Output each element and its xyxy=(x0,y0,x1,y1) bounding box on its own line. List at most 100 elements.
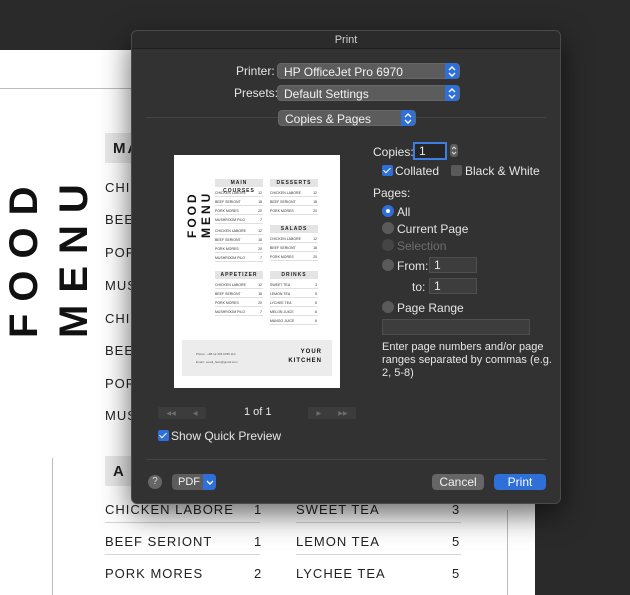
printer-select[interactable]: HP OfficeJet Pro 6970 xyxy=(277,63,460,79)
printer-label: Printer: xyxy=(236,64,275,78)
preview-row-num: 7 xyxy=(260,310,262,314)
black-white-checkbox[interactable] xyxy=(451,165,462,176)
preview-row-num: 12 xyxy=(313,191,317,195)
radio-all[interactable] xyxy=(382,205,394,217)
preview-row-name: CHICKEN LABORE xyxy=(215,191,246,195)
preview-row-num: 6 xyxy=(315,319,317,323)
preview-row-num: 18 xyxy=(258,292,262,296)
print-button[interactable]: Print xyxy=(494,474,546,490)
preview-row: CHICKEN LABORE 12 xyxy=(215,227,263,235)
preview-brand-line2: KITCHEN xyxy=(288,358,322,364)
preview-row-name: PORK MORES xyxy=(270,255,294,259)
preview-row-num: 18 xyxy=(313,200,317,204)
preview-row: MANGO JUICE 6 xyxy=(270,317,318,325)
preview-row: BEEF SERIONT 18 xyxy=(215,290,263,298)
chevron-down-icon xyxy=(203,474,216,490)
preview-row-num: 18 xyxy=(258,238,262,242)
pdf-label: PDF xyxy=(178,476,200,488)
preview-row-name: CHICKEN LABORE xyxy=(270,237,301,241)
preview-row-num: 7 xyxy=(260,256,262,260)
preview-heading-appetizer: APPETIZER xyxy=(215,271,263,279)
preview-row-name: BEEF SERIONT xyxy=(215,200,241,204)
preview-row-num: 12 xyxy=(258,191,262,195)
preview-row: CHICKEN LABORE 12 xyxy=(270,189,318,197)
preview-row-name: LEMON TEA xyxy=(270,292,291,296)
radio-page-range[interactable] xyxy=(382,301,394,313)
preview-row-num: 6 xyxy=(315,310,317,314)
preview-row-num: 5 xyxy=(315,292,317,296)
row-divider xyxy=(105,554,260,555)
preview-row-name: MELON JUICE xyxy=(270,310,294,314)
radio-current-page-label: Current Page xyxy=(397,222,469,236)
last-page-icon[interactable]: ▶▶ xyxy=(338,410,347,417)
radio-selection-label: Selection xyxy=(397,239,447,253)
section-select[interactable]: Copies & Pages xyxy=(278,110,416,126)
preview-row-num: 18 xyxy=(313,246,317,250)
preview-row-name: MUSHROOM PILO xyxy=(215,256,246,260)
quick-preview-label: Show Quick Preview xyxy=(171,429,282,443)
pdf-menu-button[interactable]: PDF xyxy=(172,474,216,490)
next-page-icon[interactable]: ▶ xyxy=(317,410,322,417)
divider xyxy=(146,459,546,460)
preview-row: PORK MORES 20 xyxy=(215,245,263,253)
radio-current-page[interactable] xyxy=(382,222,394,234)
preview-row-num: 12 xyxy=(258,229,262,233)
page-range-hint: Enter page numbers and/or page ranges se… xyxy=(382,341,552,379)
radio-from[interactable] xyxy=(382,259,394,271)
to-page-input[interactable]: 1 xyxy=(429,278,477,294)
preview-row-name: MUSHROOM PILO xyxy=(215,218,246,222)
preview-row-name: BEEF SERIONT xyxy=(215,292,241,296)
preview-brand-line1: YOUR xyxy=(300,349,322,355)
page-indicator: 1 of 1 xyxy=(244,406,272,418)
preview-row-num: 20 xyxy=(258,209,262,213)
to-label: to: xyxy=(412,280,426,294)
preview-row-name: BEEF SERIONT xyxy=(270,200,296,204)
collated-checkbox[interactable] xyxy=(382,165,393,176)
preview-row-name: PORK MORES xyxy=(270,209,294,213)
copies-input[interactable]: 1 xyxy=(413,142,447,160)
black-white-label: Black & White xyxy=(465,164,540,178)
row-divider xyxy=(105,522,260,523)
preview-row: CHICKEN LABORE 12 xyxy=(215,281,263,289)
preview-row: SWEET TEA 3 xyxy=(270,281,318,289)
help-button[interactable]: ? xyxy=(148,475,162,489)
stepper-arrows-icon xyxy=(451,146,457,155)
first-page-icon[interactable]: ◀◀ xyxy=(167,410,176,417)
pager-prev-controls[interactable]: ◀◀ ◀ xyxy=(158,407,206,419)
table-row-right: LYCHEE TEA xyxy=(296,566,386,581)
pager-next-controls[interactable]: ▶ ▶▶ xyxy=(308,407,356,419)
preview-row-num: 20 xyxy=(258,301,262,305)
radio-selection[interactable] xyxy=(382,239,394,251)
preview-row-num: 12 xyxy=(313,237,317,241)
cancel-button[interactable]: Cancel xyxy=(432,474,484,490)
preview-heading-main: MAIN COURSES xyxy=(215,179,263,194)
document-title-food: FOOD xyxy=(2,174,46,338)
printer-value: HP OfficeJet Pro 6970 xyxy=(284,65,403,79)
presets-select[interactable]: Default Settings xyxy=(277,85,460,101)
table-row-right: LEMON TEA xyxy=(296,534,380,549)
page-range-input[interactable] xyxy=(382,319,530,335)
preview-row: LYCHEE TEA 5 xyxy=(270,299,318,307)
preview-row-name: LYCHEE TEA xyxy=(270,301,292,305)
preview-row-num: 5 xyxy=(315,301,317,305)
preview-row: MUSHROOM PILO 7 xyxy=(215,308,263,316)
table-row-right-num: 5 xyxy=(452,534,460,549)
preview-row-name: CHICKEN LABORE xyxy=(215,283,246,287)
document-border-top xyxy=(0,88,140,89)
chevron-updown-icon xyxy=(445,63,459,79)
from-page-input[interactable]: 1 xyxy=(429,257,477,273)
chevron-updown-icon xyxy=(445,85,459,101)
preview-heading-salads: SALADS xyxy=(270,225,318,233)
copies-stepper[interactable] xyxy=(450,144,458,157)
preview-row-name: SWEET TEA xyxy=(270,283,291,287)
pages-label: Pages: xyxy=(373,186,411,200)
print-preview: FOOD MENU MAIN COURSES DESSERTS CHICKEN … xyxy=(174,155,340,388)
section-value: Copies & Pages xyxy=(285,112,372,126)
quick-preview-checkbox[interactable] xyxy=(158,430,169,441)
table-row-right: SWEET TEA xyxy=(296,502,380,517)
preview-email: Email : email_here@gmail.com xyxy=(196,360,238,364)
preview-row: MELON JUICE 6 xyxy=(270,308,318,316)
prev-page-icon[interactable]: ◀ xyxy=(193,410,198,417)
row-divider xyxy=(296,554,461,555)
preview-row: BEEF SERIONT 18 xyxy=(270,198,318,206)
